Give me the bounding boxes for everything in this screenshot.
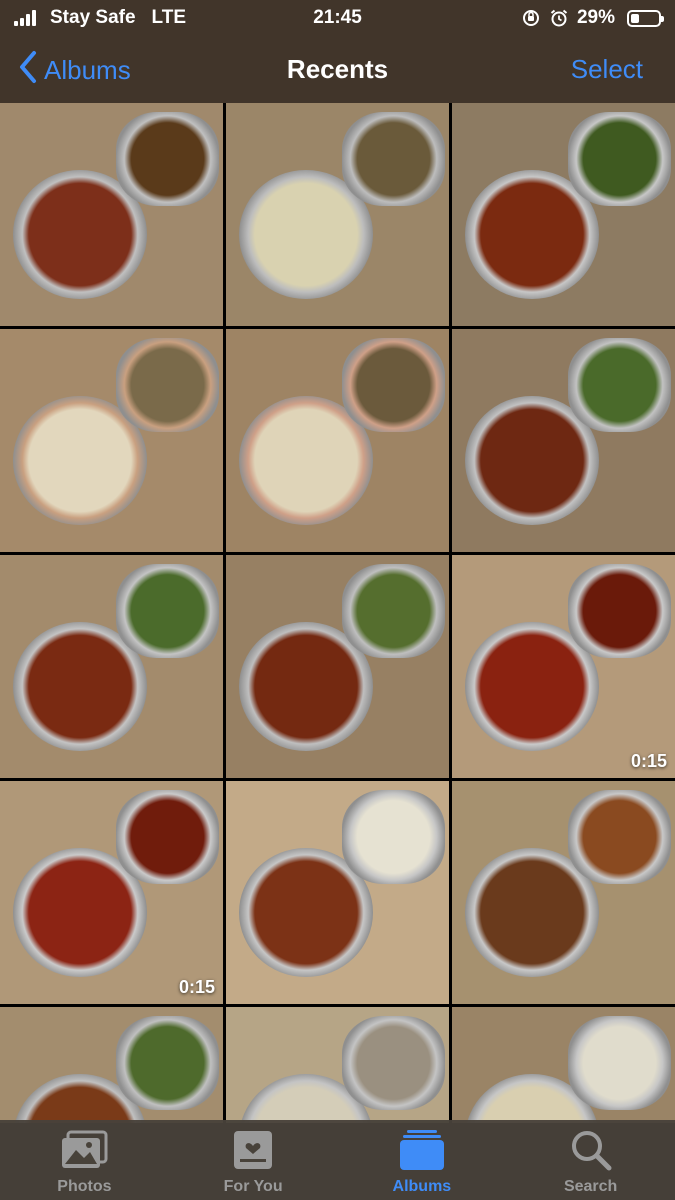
- photo-thumbnail[interactable]: [0, 329, 223, 552]
- alarm-icon: [549, 8, 569, 28]
- for-you-icon: [228, 1128, 278, 1172]
- signal-strength-icon: [14, 10, 36, 26]
- photo-content: [341, 1015, 445, 1110]
- tab-label: For You: [223, 1178, 283, 1195]
- photo-thumbnail[interactable]: [452, 103, 675, 326]
- search-icon: [566, 1128, 616, 1172]
- photo-thumbnail[interactable]: [452, 1007, 675, 1123]
- status-left: Stay Safe LTE: [14, 7, 186, 29]
- select-button[interactable]: Select: [571, 54, 643, 85]
- photo-thumbnail[interactable]: [226, 781, 449, 1004]
- tab-bar: Photos For You Albums Search: [0, 1120, 675, 1200]
- status-bar: Stay Safe LTE 21:45 29%: [0, 0, 675, 36]
- photo-content: [341, 337, 445, 432]
- photo-thumbnail[interactable]: [226, 329, 449, 552]
- photo-content: [115, 111, 219, 206]
- photo-content: [567, 337, 671, 432]
- network-type: LTE: [151, 7, 187, 28]
- tab-search[interactable]: Search: [521, 1128, 661, 1196]
- photo-content: [341, 563, 445, 658]
- battery-level: [631, 13, 639, 23]
- chevron-left-icon: [18, 50, 38, 91]
- nav-bar: Albums Recents Select: [0, 36, 675, 103]
- photo-thumbnail[interactable]: [0, 1007, 223, 1123]
- carrier-name: Stay Safe: [50, 7, 136, 28]
- photo-thumbnail[interactable]: [0, 555, 223, 778]
- page-title: Recents: [286, 54, 389, 84]
- photo-content: [567, 789, 671, 884]
- photo-thumbnail[interactable]: [0, 103, 223, 326]
- back-button[interactable]: Albums: [18, 50, 131, 91]
- albums-icon: [397, 1128, 447, 1172]
- tab-albums[interactable]: Albums: [352, 1128, 492, 1196]
- photo-content: [115, 563, 219, 658]
- photo-thumbnail[interactable]: [226, 1007, 449, 1123]
- video-thumbnail[interactable]: 0:15: [0, 781, 223, 1004]
- photo-content: [341, 789, 445, 884]
- photo-thumbnail[interactable]: [226, 555, 449, 778]
- photo-thumbnail[interactable]: [452, 781, 675, 1004]
- tab-label: Search: [563, 1178, 618, 1195]
- video-duration: 0:15: [630, 751, 667, 771]
- video-thumbnail[interactable]: 0:15: [452, 555, 675, 778]
- tab-label: Albums: [392, 1178, 452, 1195]
- photo-content: [115, 789, 219, 884]
- tab-for-you[interactable]: For You: [183, 1128, 323, 1196]
- status-right: 29%: [521, 7, 664, 29]
- photo-content: [567, 563, 671, 658]
- photo-content: [567, 1015, 671, 1110]
- rotation-lock-icon: [521, 8, 541, 28]
- battery-percent: 29%: [576, 7, 615, 28]
- photos-icon: [59, 1128, 109, 1172]
- photo-content: [341, 111, 445, 206]
- video-duration: 0:15: [178, 977, 215, 997]
- photo-thumbnail[interactable]: [452, 329, 675, 552]
- clock: 21:45: [313, 7, 362, 28]
- photo-content: [115, 1015, 219, 1110]
- tab-label: Photos: [57, 1178, 112, 1195]
- tab-photos[interactable]: Photos: [14, 1128, 154, 1196]
- battery-icon: [627, 9, 664, 27]
- back-button-label: Albums: [44, 55, 131, 85]
- photo-grid: 0:15 0:15: [0, 103, 675, 1123]
- photo-content: [567, 111, 671, 206]
- photo-thumbnail[interactable]: [226, 103, 449, 326]
- photo-content: [115, 337, 219, 432]
